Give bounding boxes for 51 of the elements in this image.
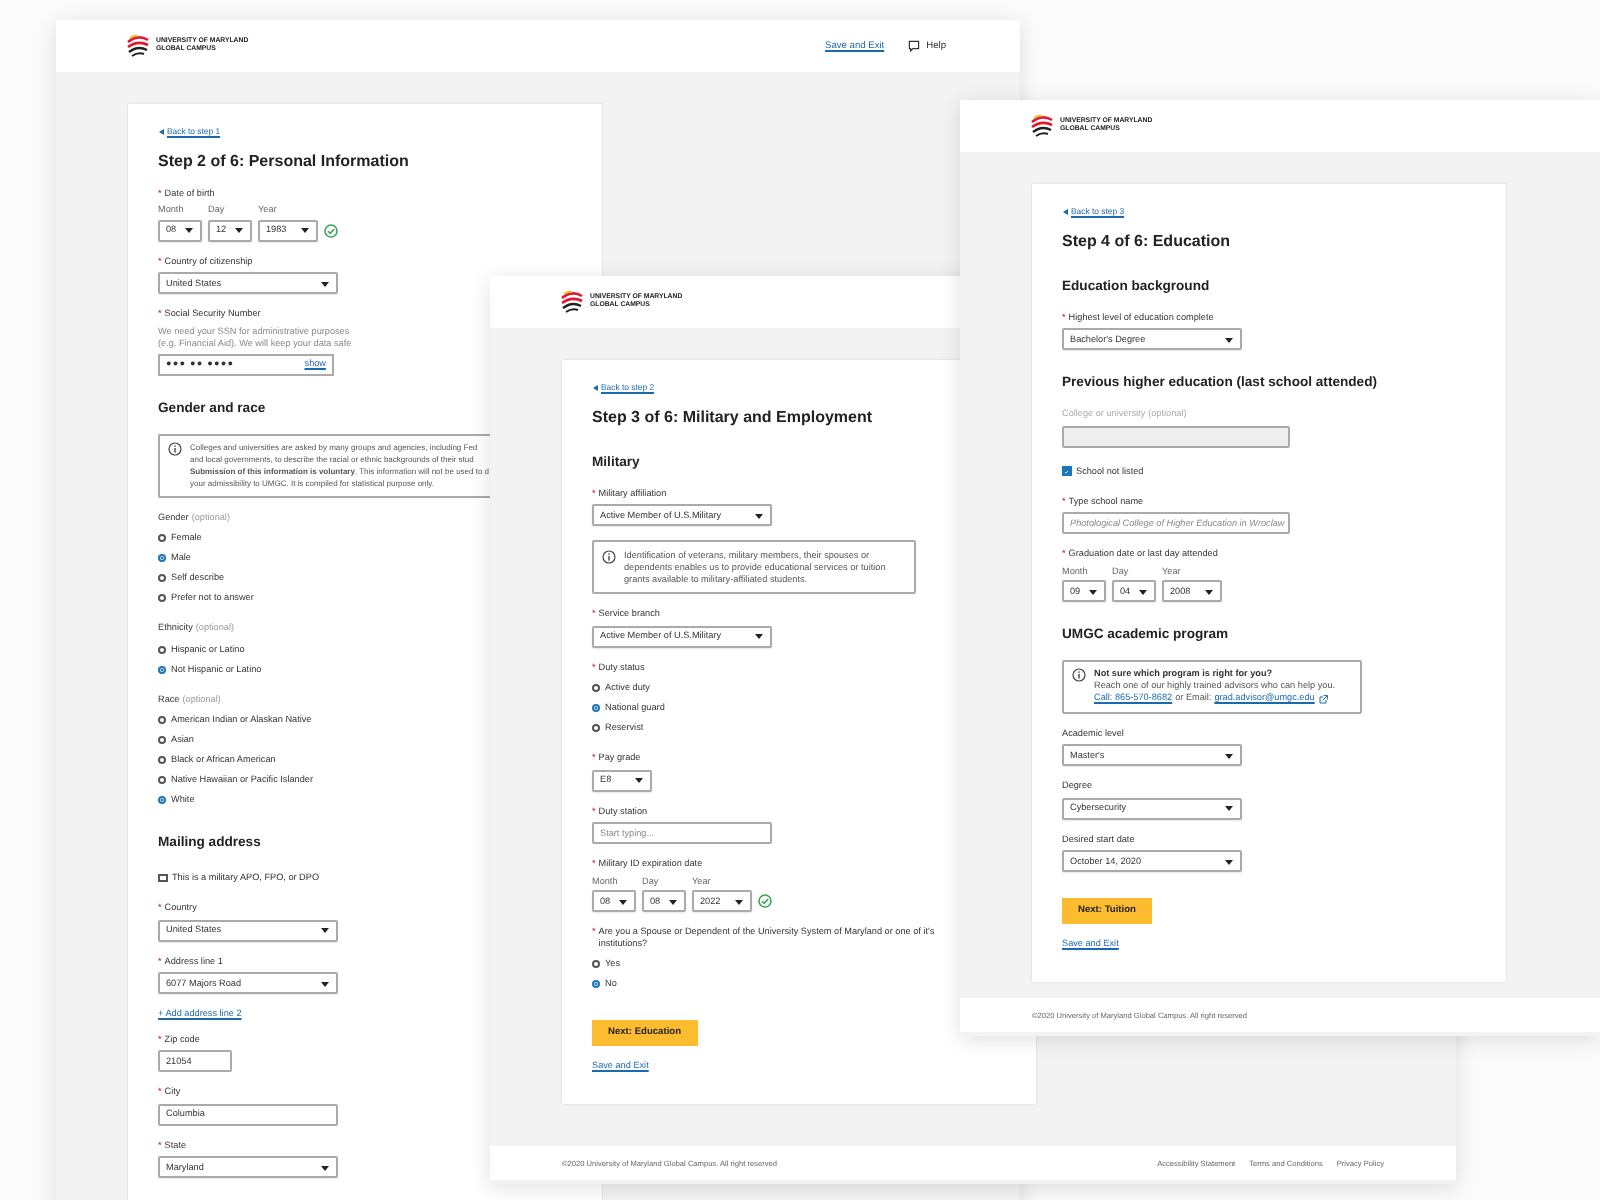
radio-button[interactable] xyxy=(158,736,166,745)
radio-button[interactable] xyxy=(158,534,166,543)
back-arrow-icon xyxy=(158,127,164,135)
page-title: Step 4 of 6: Education xyxy=(1062,232,1233,250)
radio-button[interactable] xyxy=(158,665,166,674)
back-arrow-icon xyxy=(592,383,598,391)
caret-icon xyxy=(184,226,194,235)
radio-button[interactable] xyxy=(592,960,600,969)
radio-button[interactable] xyxy=(158,716,166,725)
radio-button[interactable] xyxy=(158,554,166,563)
caret-icon xyxy=(320,926,330,935)
caret-icon xyxy=(320,279,330,288)
radio-button[interactable] xyxy=(158,574,166,583)
back-arrow-icon xyxy=(1062,207,1068,215)
caret-icon xyxy=(1224,335,1234,344)
radio-button[interactable] xyxy=(158,756,166,765)
page-title: Step 3 of 6: Military and Employment xyxy=(592,408,875,426)
caret-icon xyxy=(320,1163,330,1172)
checkbox[interactable] xyxy=(158,873,167,883)
info-icon xyxy=(602,549,616,564)
caret-icon xyxy=(1204,587,1214,595)
radio-button[interactable] xyxy=(592,980,600,989)
caret-icon xyxy=(734,897,744,906)
radio-button[interactable] xyxy=(592,684,600,693)
caret-icon xyxy=(1224,857,1234,866)
caret-icon xyxy=(668,897,678,906)
caret-icon xyxy=(234,226,244,235)
caret-icon xyxy=(1224,804,1234,813)
help-icon xyxy=(908,40,921,52)
info-icon xyxy=(1072,668,1086,683)
caret-icon xyxy=(1088,587,1098,595)
info-icon xyxy=(168,442,182,457)
caret-icon xyxy=(1138,587,1148,595)
caret-icon xyxy=(634,776,644,785)
radio-button[interactable] xyxy=(592,704,600,713)
caret-icon xyxy=(300,226,310,235)
page-title: Step 2 of 6: Personal Information xyxy=(158,152,411,170)
radio-button[interactable] xyxy=(158,645,166,654)
logo-icon xyxy=(560,290,584,314)
caret-icon xyxy=(320,979,330,987)
radio-button[interactable] xyxy=(158,796,166,805)
caret-icon xyxy=(1224,751,1234,760)
caret-icon xyxy=(618,897,628,906)
caret-icon xyxy=(754,632,764,641)
radio-button[interactable] xyxy=(158,776,166,785)
caret-icon xyxy=(754,511,764,520)
checkbox[interactable] xyxy=(1062,466,1071,476)
logo-icon xyxy=(126,34,150,58)
radio-button[interactable] xyxy=(592,724,600,733)
radio-button[interactable] xyxy=(158,594,166,603)
logo-icon xyxy=(1030,114,1054,138)
